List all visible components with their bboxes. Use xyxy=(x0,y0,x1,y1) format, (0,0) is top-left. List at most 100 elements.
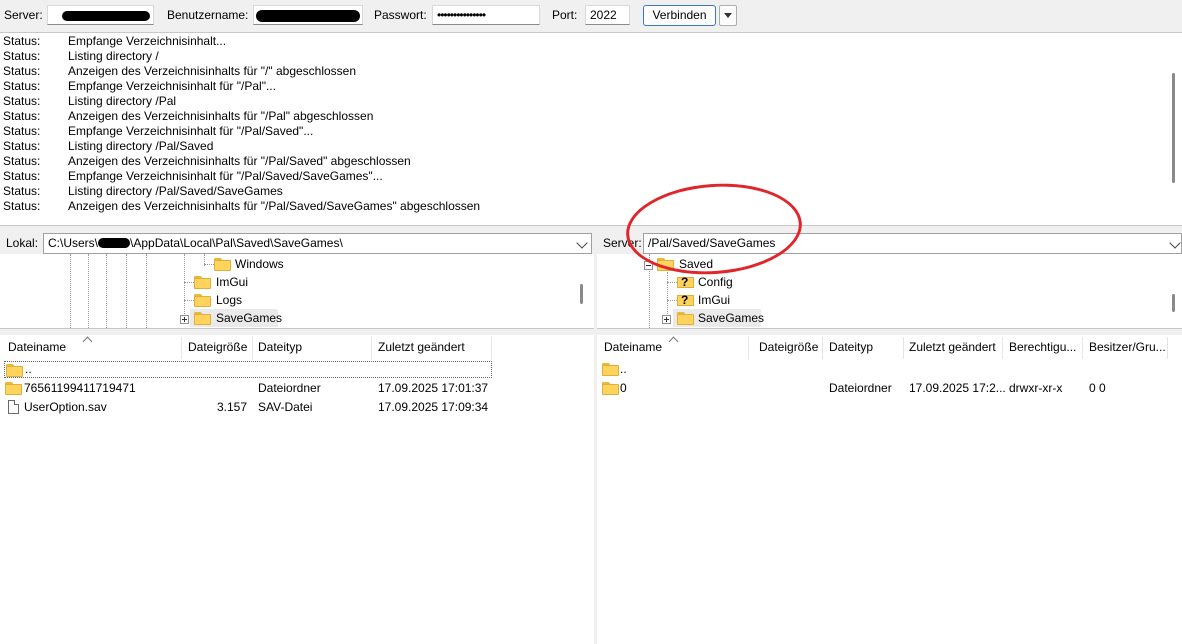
server-input[interactable] xyxy=(47,5,154,25)
redaction-mark xyxy=(98,238,131,248)
log-status-label: Status: xyxy=(3,79,41,93)
log-status-label: Status: xyxy=(3,139,41,153)
file-icon xyxy=(8,400,19,414)
log-message: Listing directory /Pal xyxy=(68,94,177,108)
tree-item-logs[interactable]: Logs xyxy=(194,291,314,309)
tree-guide xyxy=(88,254,89,328)
server-label: Server: xyxy=(4,8,43,22)
tree-guide xyxy=(184,300,194,301)
column-divider[interactable] xyxy=(748,337,749,359)
sort-up-icon xyxy=(668,336,679,347)
log-status-label: Status: xyxy=(3,124,41,138)
log-message: Listing directory /Pal/Saved xyxy=(68,139,214,153)
col-header-permissions[interactable]: Berechtigu... xyxy=(1009,335,1076,359)
column-divider[interactable] xyxy=(491,337,492,359)
unknown-folder-icon: ? xyxy=(677,293,694,307)
log-status-label: Status: xyxy=(3,64,41,78)
col-header-type[interactable]: Dateityp xyxy=(258,335,302,359)
column-divider[interactable] xyxy=(822,337,823,359)
log-status-label: Status: xyxy=(3,109,41,123)
tree-item-imgui[interactable]: ImGui xyxy=(194,273,314,291)
table-row[interactable]: .. xyxy=(4,361,492,378)
log-status-label: Status: xyxy=(3,169,41,183)
col-header-owner[interactable]: Besitzer/Gru... xyxy=(1089,335,1166,359)
username-input[interactable] xyxy=(253,5,363,25)
table-row[interactable]: 76561199411719471 Dateiordner 17.09.2025… xyxy=(0,379,594,398)
col-header-size[interactable]: Dateigröße xyxy=(759,335,818,359)
column-divider[interactable] xyxy=(1082,337,1083,359)
column-divider[interactable] xyxy=(1167,337,1168,359)
col-header-modified[interactable]: Zuletzt geändert xyxy=(378,335,465,359)
message-log: Status: Empfange Verzeichnisinhalt... Stat… xyxy=(0,33,1182,226)
column-divider[interactable] xyxy=(1002,337,1003,359)
expand-icon[interactable] xyxy=(180,315,189,324)
sort-up-icon xyxy=(82,336,93,347)
tree-guide xyxy=(106,254,107,328)
tree-guide xyxy=(667,282,677,283)
tree-guide xyxy=(667,272,668,320)
folder-icon xyxy=(194,294,211,307)
log-message: Empfange Verzeichnisinhalt für "/Pal/Sav… xyxy=(68,124,314,138)
column-divider[interactable] xyxy=(252,337,253,359)
log-status-label: Status: xyxy=(3,94,41,108)
log-message: Anzeigen des Verzeichnisinhalts für "/" … xyxy=(68,64,357,78)
log-status-label: Status: xyxy=(3,184,41,198)
tree-guide xyxy=(146,254,147,328)
col-header-name[interactable]: Dateiname xyxy=(8,335,66,359)
folder-icon xyxy=(194,312,211,325)
tree-item-imgui[interactable]: ? ImGui xyxy=(677,291,797,309)
log-message: Anzeigen des Verzeichnisinhalts für "/Pa… xyxy=(68,109,374,123)
log-scrollbar[interactable] xyxy=(1172,73,1175,183)
col-header-modified[interactable]: Zuletzt geändert xyxy=(909,335,996,359)
local-tree-scrollbar[interactable] xyxy=(580,284,583,304)
local-path-label: Lokal: xyxy=(6,236,39,250)
connect-dropdown-arrow-icon[interactable] xyxy=(719,5,737,26)
log-message: Listing directory /Pal/Saved/SaveGames xyxy=(68,184,283,198)
local-path-bar: Lokal: C:\Users\ \AppData\Local\Pal\Saved… xyxy=(0,232,594,254)
log-status-label: Status: xyxy=(3,154,41,168)
column-divider[interactable] xyxy=(181,337,182,359)
col-header-size[interactable]: Dateigröße xyxy=(188,335,247,359)
log-message: Empfange Verzeichnisinhalt... xyxy=(68,34,227,48)
folder-icon xyxy=(602,382,619,395)
column-divider[interactable] xyxy=(371,337,372,359)
tree-guide xyxy=(184,254,185,324)
redaction-mark xyxy=(62,11,150,21)
log-message: Empfange Verzeichnisinhalt für "/Pal/Sav… xyxy=(68,169,383,183)
password-label: Passwort: xyxy=(374,8,427,22)
redaction-mark xyxy=(256,10,360,22)
quickconnect-bar: Server: Benutzername: Passwort: ••••••••… xyxy=(0,0,1182,33)
folder-icon xyxy=(194,276,211,289)
column-divider[interactable] xyxy=(903,337,904,359)
log-message: Empfange Verzeichnisinhalt für "/Pal"... xyxy=(68,79,276,93)
username-label: Benutzername: xyxy=(167,8,249,22)
col-header-type[interactable]: Dateityp xyxy=(829,335,873,359)
table-row[interactable]: UserOption.sav 3.157 SAV-Datei 17.09.202… xyxy=(0,398,594,417)
expand-icon[interactable] xyxy=(662,315,671,324)
port-input[interactable]: 2022 xyxy=(585,5,630,25)
folder-icon xyxy=(677,312,694,325)
log-status-label: Status: xyxy=(3,49,41,63)
table-row[interactable]: 0 Dateiordner 17.09.2025 17:2... drwxr-x… xyxy=(597,379,1182,398)
col-header-name[interactable]: Dateiname xyxy=(604,335,662,359)
table-row[interactable]: .. xyxy=(597,360,1182,379)
tree-guide xyxy=(184,282,194,283)
folder-icon xyxy=(214,258,231,271)
log-status-label: Status: xyxy=(3,199,41,213)
tree-guide xyxy=(70,254,71,328)
remote-tree-scrollbar[interactable] xyxy=(1172,294,1175,312)
tree-item-windows[interactable]: Windows xyxy=(214,255,334,273)
local-file-list: Dateiname Dateigröße Dateityp Zuletzt ge… xyxy=(0,335,594,644)
password-input[interactable]: ••••••••••••••• xyxy=(432,5,540,25)
log-message: Listing directory / xyxy=(68,49,159,63)
tree-item-config[interactable]: ? Config xyxy=(677,273,797,291)
tree-item-savegames[interactable]: SaveGames xyxy=(190,309,282,327)
tree-item-savegames[interactable]: SaveGames xyxy=(673,309,764,327)
tree-guide xyxy=(204,264,214,265)
connect-button[interactable]: Verbinden xyxy=(643,5,716,26)
log-message: Anzeigen des Verzeichnisinhalts für "/Pa… xyxy=(68,154,411,168)
local-path-combo[interactable]: C:\Users\ \AppData\Local\Pal\Saved\SaveGa… xyxy=(43,233,592,254)
folder-icon xyxy=(6,364,23,377)
port-label: Port: xyxy=(552,8,578,22)
folder-icon xyxy=(5,382,22,395)
